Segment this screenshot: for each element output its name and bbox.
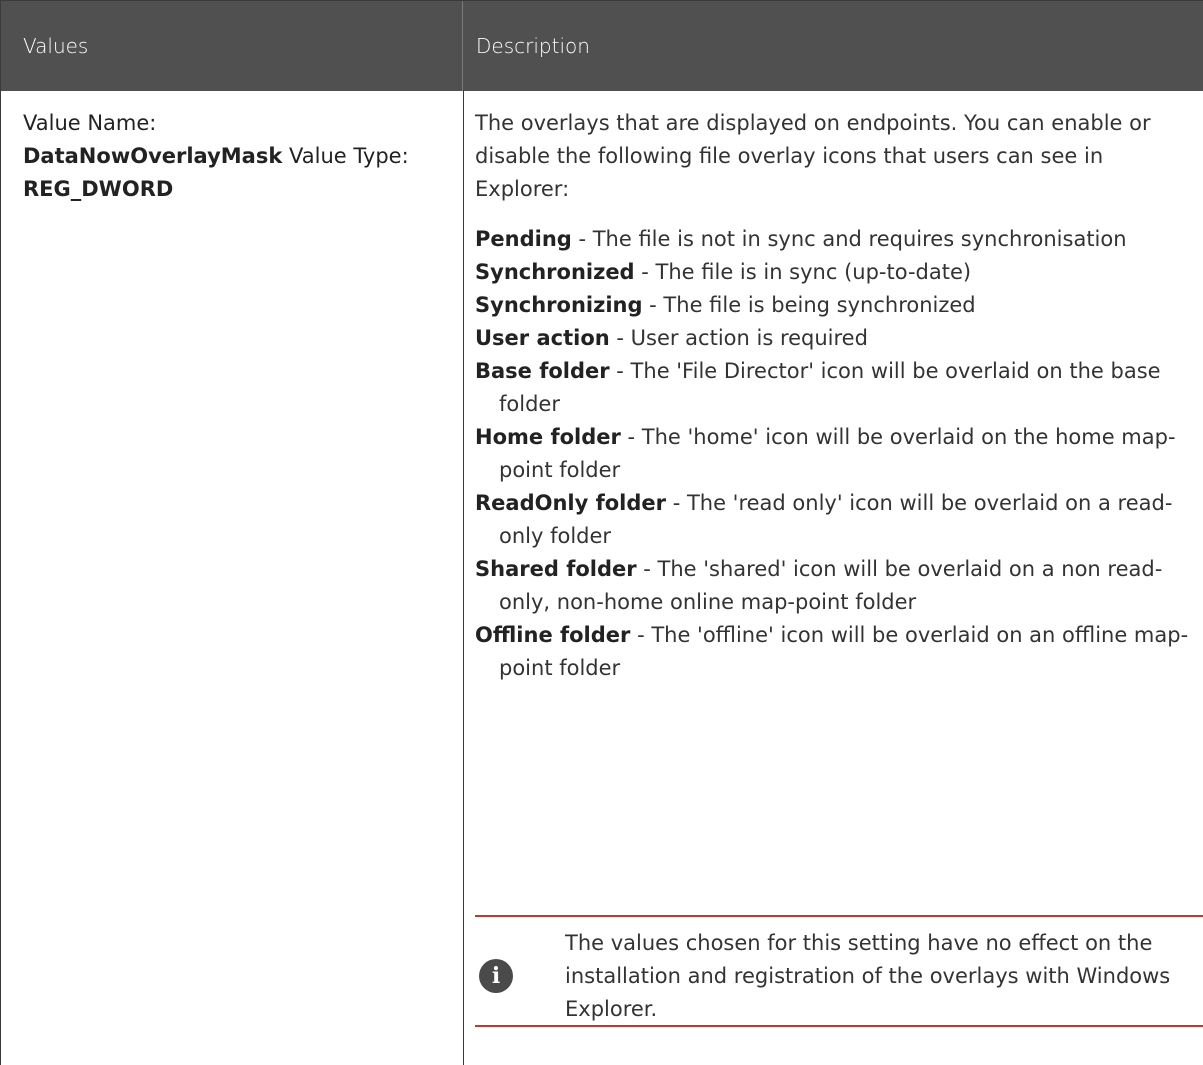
list-item: Base folder - The 'File Director' icon w… xyxy=(475,355,1203,421)
settings-table: Values Description Value Name: DataNowOv… xyxy=(0,0,1203,1065)
item-text: - The file is in sync (up-to-date) xyxy=(634,260,972,284)
list-item: Pending - The file is not in sync and re… xyxy=(475,223,1203,256)
table-header: Values Description xyxy=(1,0,1203,91)
list-item: ReadOnly folder - The 'read only' icon w… xyxy=(475,487,1203,553)
info-icon: i xyxy=(479,959,513,993)
description-intro: The overlays that are displayed on endpo… xyxy=(475,111,1151,201)
values-cell: Value Name: DataNowOverlayMask Value Typ… xyxy=(23,107,453,206)
value-name: DataNowOverlayMask xyxy=(23,144,283,168)
value-type-label: Value Type: xyxy=(289,144,409,168)
item-term: Shared folder xyxy=(475,557,637,581)
list-item: User action - User action is required xyxy=(475,322,1203,355)
list-item: Synchronizing - The file is being synchr… xyxy=(475,289,1203,322)
header-values: Values xyxy=(1,1,463,91)
list-item: Shared folder - The 'shared' icon will b… xyxy=(475,553,1203,619)
value-name-label: Value Name: xyxy=(23,111,157,135)
item-text: - The file is being synchronized xyxy=(642,293,976,317)
value-type: REG_DWORD xyxy=(23,177,174,201)
list-item: Offline folder - The 'offline' icon will… xyxy=(475,619,1203,685)
item-term: Home folder xyxy=(475,425,621,449)
item-term: Synchronizing xyxy=(475,293,643,317)
item-term: ReadOnly folder xyxy=(475,491,667,515)
header-description: Description xyxy=(476,34,590,58)
list-item: Home folder - The 'home' icon will be ov… xyxy=(475,421,1203,487)
item-term: Pending xyxy=(475,227,572,251)
info-note: i The values chosen for this setting hav… xyxy=(475,915,1203,1027)
item-term: User action xyxy=(475,326,610,350)
item-term: Base folder xyxy=(475,359,610,383)
list-item: Synchronized - The file is in sync (up-t… xyxy=(475,256,1203,289)
description-cell: The overlays that are displayed on endpo… xyxy=(475,107,1203,685)
item-term: Synchronized xyxy=(475,260,635,284)
item-text: - User action is required xyxy=(609,326,868,350)
note-text: The values chosen for this setting have … xyxy=(565,931,1171,1021)
column-divider xyxy=(463,90,464,1065)
item-term: Offline folder xyxy=(475,623,631,647)
item-text: - The file is not in sync and requires s… xyxy=(571,227,1127,251)
